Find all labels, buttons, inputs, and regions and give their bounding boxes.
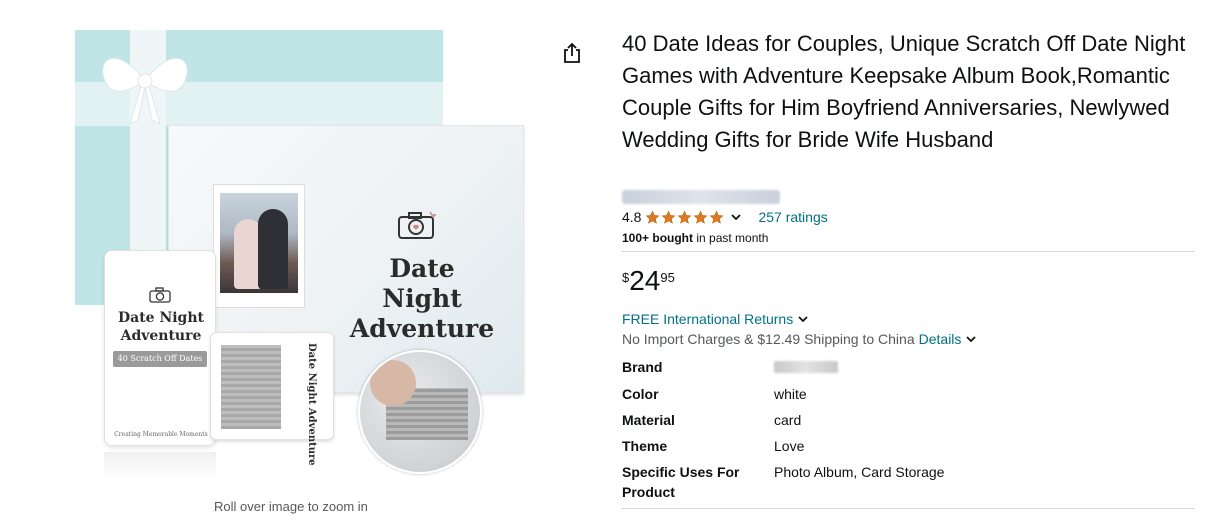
- spec-row-material: Material card: [622, 410, 1194, 430]
- spec-value: Love: [774, 438, 805, 454]
- chevron-down-icon[interactable]: [965, 333, 977, 345]
- couple-photo: [220, 193, 298, 293]
- product-specs: Brand Color white Material card Theme Lo…: [622, 357, 1194, 508]
- product-main-image[interactable]: Date Night Adventure Date Night Adventur…: [70, 22, 540, 492]
- spec-key: Theme: [622, 438, 668, 454]
- album-photo-frame: [213, 184, 305, 308]
- spec-key: Material: [622, 412, 675, 428]
- scratch-off-area: [221, 345, 281, 429]
- price-whole: 24: [629, 265, 661, 296]
- chevron-down-icon[interactable]: [797, 313, 809, 325]
- card-scratch-label: 40 Scratch Off Dates: [113, 351, 207, 367]
- price-symbol: $: [622, 270, 630, 285]
- spec-row-theme: Theme Love: [622, 436, 1194, 456]
- free-returns-link[interactable]: FREE International Returns: [622, 311, 825, 327]
- scratch-detail-inset: [358, 350, 482, 474]
- price-fraction: 95: [660, 270, 675, 285]
- spec-key: Color: [622, 386, 659, 402]
- chevron-down-icon[interactable]: [730, 211, 742, 223]
- star-icon: [709, 209, 724, 224]
- spec-key: Brand: [622, 359, 663, 375]
- spec-key: Specific Uses For Product: [622, 464, 740, 500]
- spec-row-brand: Brand: [622, 357, 1194, 378]
- store-link-blurred[interactable]: [622, 190, 780, 204]
- spec-value: card: [774, 412, 802, 428]
- spec-row-specific-uses: Specific Uses For Product Photo Album, C…: [622, 462, 1194, 502]
- finger: [370, 360, 416, 406]
- camera-icon: [398, 211, 437, 239]
- card-title: Date Night Adventure: [117, 310, 204, 344]
- spec-row-color: Color white: [622, 384, 1194, 404]
- price: $ 24 95: [622, 264, 675, 300]
- spec-value: white: [774, 386, 807, 402]
- star-icon: [693, 209, 708, 224]
- album-title: Date Night Adventure: [349, 254, 495, 343]
- details-link[interactable]: Details: [919, 331, 962, 347]
- shipping-info: No Import Charges & $12.49 Shipping to C…: [622, 331, 993, 347]
- date-card-front: Date Night Adventure 40 Scratch Off Date…: [104, 250, 216, 446]
- rating-value: 4.8: [622, 209, 642, 225]
- spec-value-blurred: [774, 357, 838, 378]
- star-icon: [645, 209, 660, 224]
- share-icon[interactable]: [562, 42, 582, 64]
- date-card-back: Date Night Adventure: [210, 332, 334, 466]
- card-back-title: Date Night Adventure: [306, 343, 317, 466]
- divider: [622, 251, 1194, 252]
- ribbon-bow-icon: [102, 58, 188, 125]
- zoom-hint: Roll over image to zoom in: [214, 499, 368, 514]
- divider: [622, 508, 1194, 509]
- star-icon: [661, 209, 676, 224]
- spec-value: Photo Album, Card Storage: [774, 464, 945, 480]
- rating-row: 4.8 257 ratings: [622, 207, 828, 227]
- ratings-count-link[interactable]: 257 ratings: [758, 209, 827, 225]
- camera-icon: [149, 287, 171, 303]
- star-icon: [677, 209, 692, 224]
- product-title: 40 Date Ideas for Couples, Unique Scratc…: [622, 31, 1186, 152]
- star-rating[interactable]: [645, 209, 724, 225]
- card-reflection: [104, 452, 216, 482]
- bought-in-past-month: 100+ bought in past month: [622, 231, 769, 245]
- card-footer: Creating Memorable Moments: [114, 431, 208, 438]
